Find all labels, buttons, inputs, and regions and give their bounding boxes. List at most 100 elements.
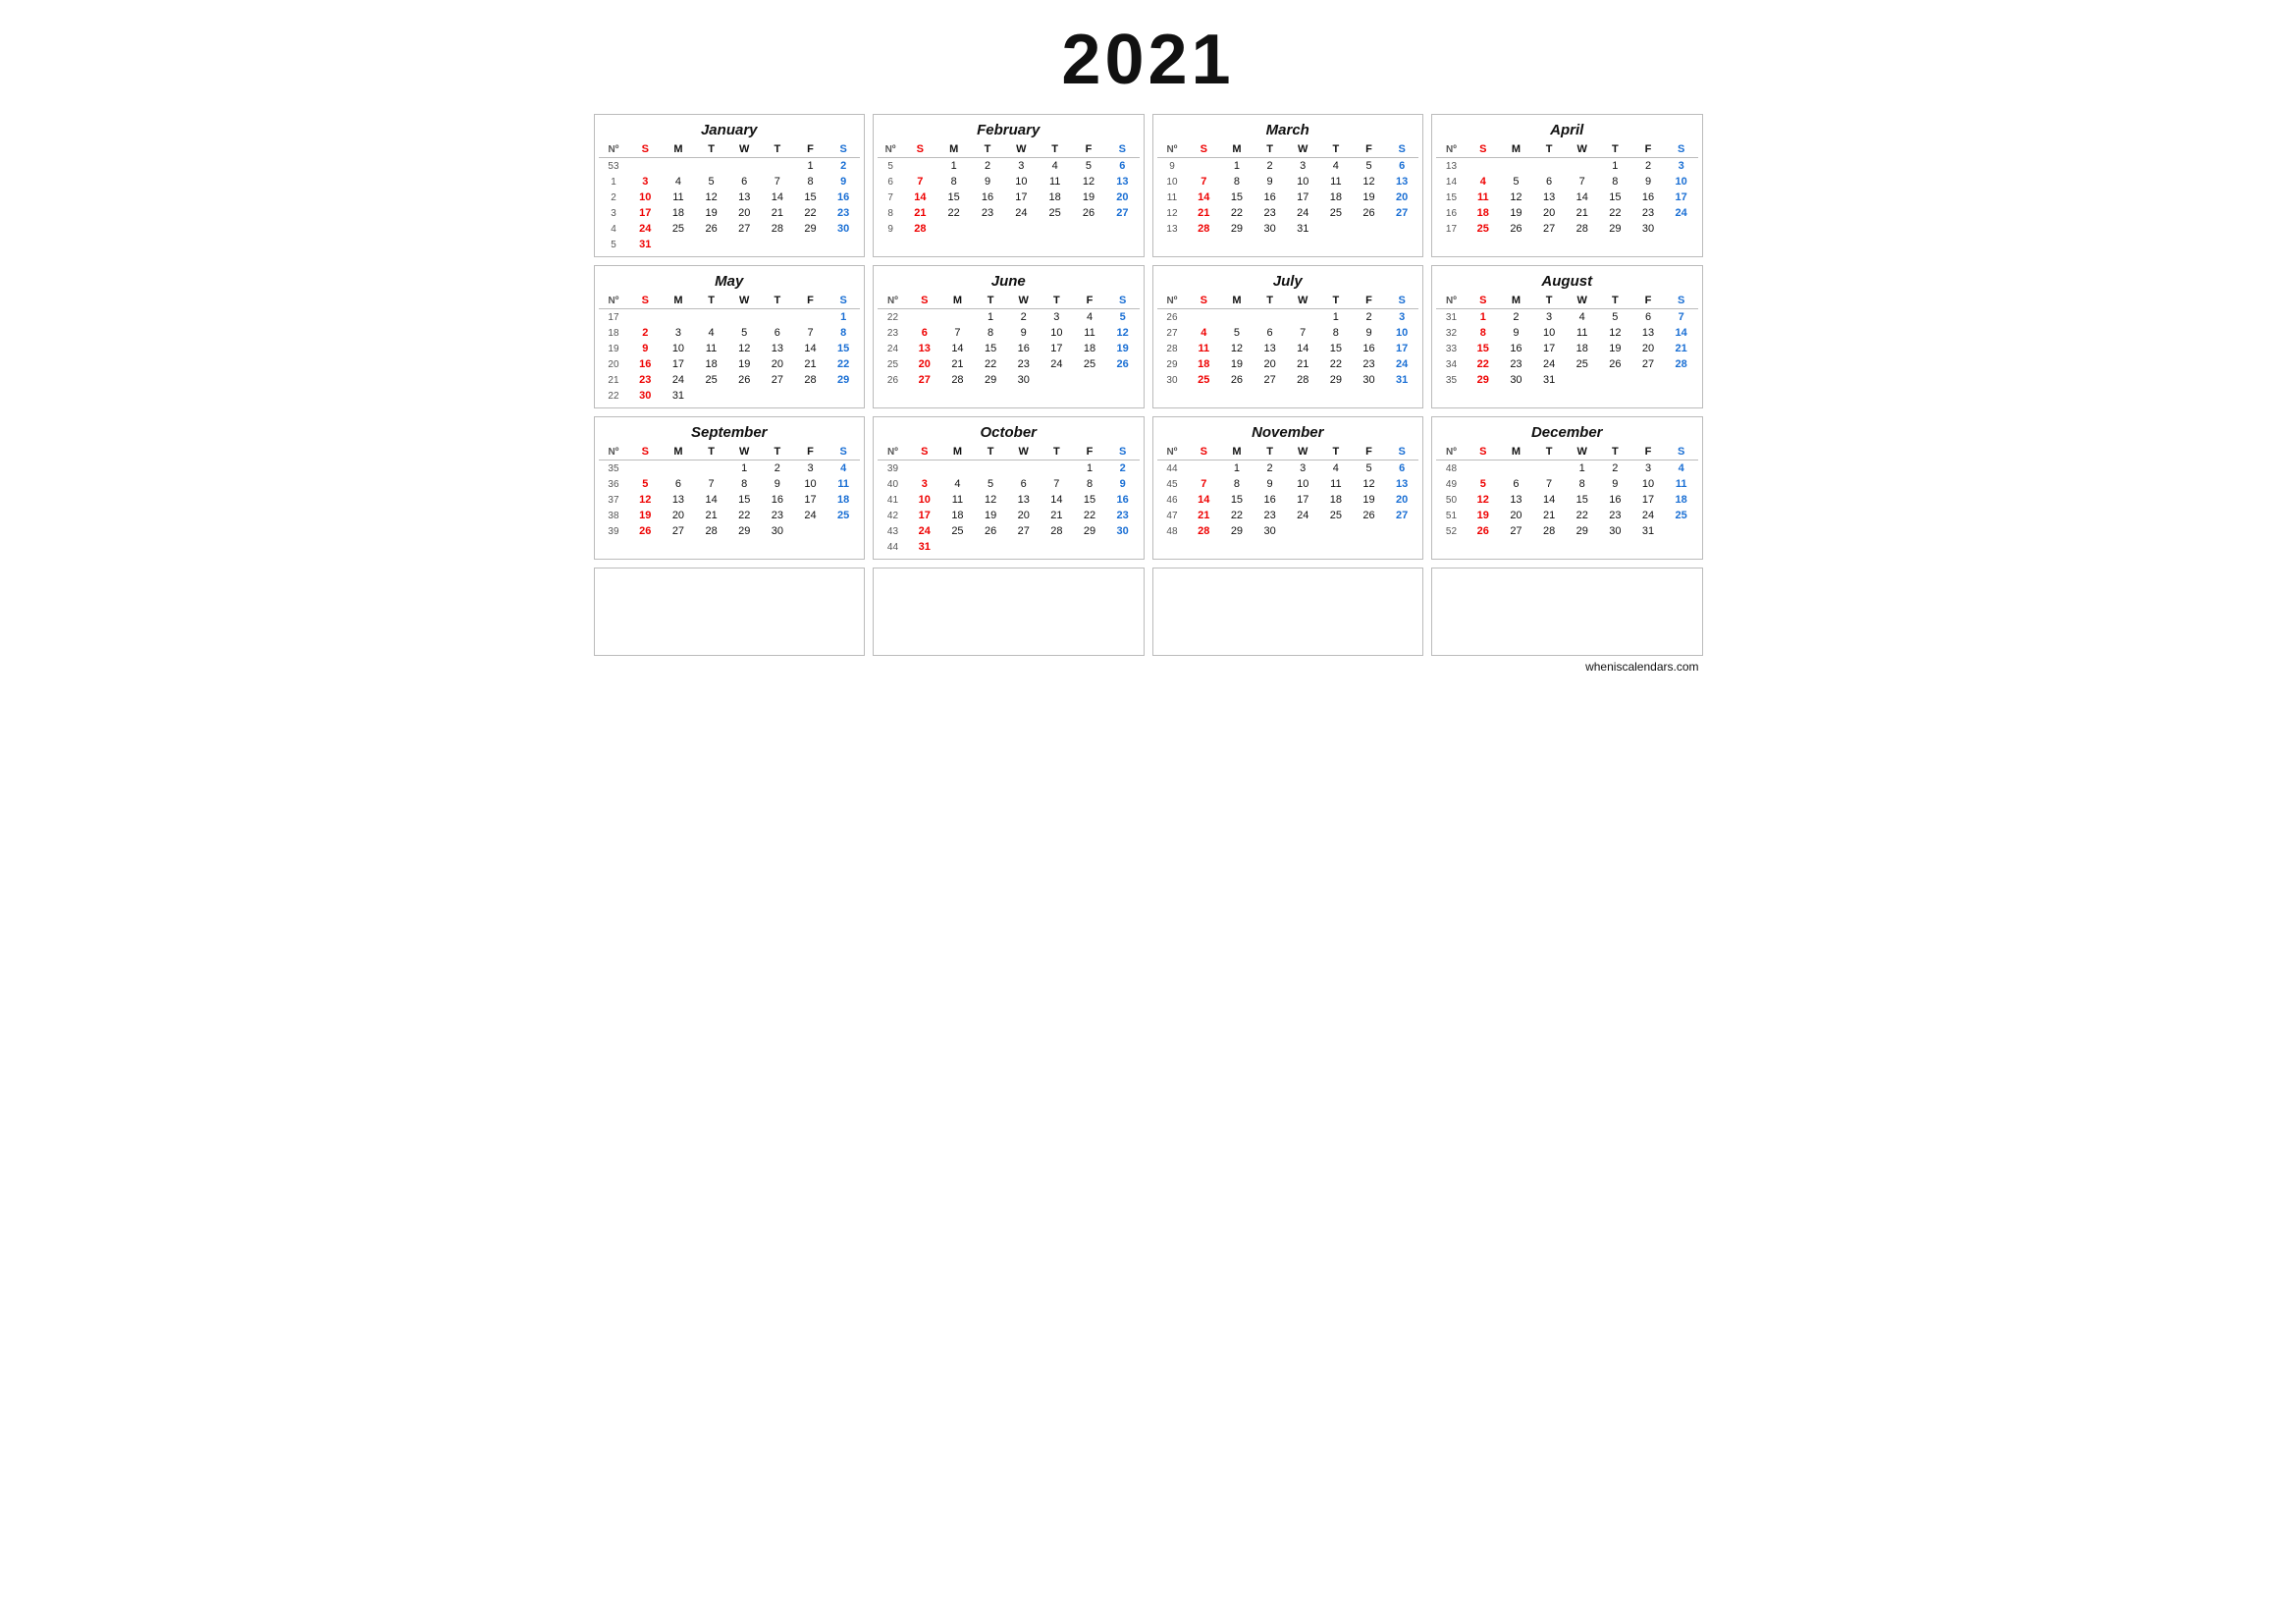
day-cell: 9 (1254, 476, 1287, 492)
week-row: 4324252627282930 (878, 523, 1140, 539)
day-cell: 17 (1041, 341, 1074, 356)
calendar-grid: JanuaryNºSMTWTFS531213456789210111213141… (594, 114, 1703, 560)
day-cell: 25 (941, 523, 975, 539)
week-row: 32891011121314 (1436, 325, 1698, 341)
day-cell: 9 (1599, 476, 1632, 492)
day-cell (1004, 221, 1038, 237)
day-cell: 10 (1385, 325, 1418, 341)
col-header-5: T (761, 444, 794, 460)
day-cell: 13 (727, 189, 761, 205)
day-cell: 15 (794, 189, 828, 205)
day-cell: 24 (1385, 356, 1418, 372)
day-cell (662, 309, 695, 326)
day-cell: 2 (1353, 309, 1386, 326)
day-cell: 5 (1353, 158, 1386, 175)
day-cell: 5 (1500, 174, 1533, 189)
day-cell: 30 (1007, 372, 1041, 388)
col-header-0: Nº (878, 141, 903, 158)
day-cell: 6 (1007, 476, 1041, 492)
day-cell: 25 (1566, 356, 1599, 372)
day-cell: 27 (662, 523, 695, 539)
day-cell (662, 460, 695, 477)
day-cell: 14 (1187, 492, 1220, 508)
month-block-april: AprilNºSMTWTFS13123144567891015111213141… (1431, 114, 1703, 257)
day-cell: 16 (761, 492, 794, 508)
week-number: 4 (599, 221, 629, 237)
day-cell: 6 (1105, 158, 1139, 175)
day-cell: 19 (695, 205, 728, 221)
day-cell: 25 (1073, 356, 1106, 372)
day-cell: 30 (827, 221, 860, 237)
week-number: 46 (1157, 492, 1188, 508)
day-cell: 22 (937, 205, 971, 221)
day-cell: 20 (1532, 205, 1566, 221)
day-cell: 4 (1566, 309, 1599, 326)
day-cell (937, 221, 971, 237)
day-cell: 21 (1187, 508, 1220, 523)
day-cell: 28 (1187, 221, 1220, 237)
col-header-0: Nº (878, 293, 908, 309)
day-cell: 10 (1004, 174, 1038, 189)
col-header-3: T (695, 141, 728, 158)
day-cell: 4 (1319, 460, 1353, 477)
week-number: 16 (1436, 205, 1467, 221)
day-cell (727, 388, 761, 404)
col-header-1: S (628, 293, 662, 309)
day-cell: 16 (1106, 492, 1140, 508)
month-title-february: February (878, 119, 1140, 141)
week-row: 236789101112 (878, 325, 1140, 341)
col-header-5: T (1599, 444, 1632, 460)
day-cell: 15 (1073, 492, 1106, 508)
week-number: 41 (878, 492, 908, 508)
col-header-2: M (1500, 444, 1533, 460)
day-cell: 5 (628, 476, 662, 492)
week-row: 2811121314151617 (1157, 341, 1419, 356)
week-row: 1114151617181920 (1157, 189, 1419, 205)
day-cell: 26 (1106, 356, 1140, 372)
day-cell: 8 (727, 476, 761, 492)
col-header-1: S (1187, 293, 1220, 309)
week-number: 27 (1157, 325, 1188, 341)
week-number: 35 (599, 460, 629, 477)
col-header-1: S (1187, 444, 1220, 460)
col-header-6: F (1631, 293, 1665, 309)
week-row: 1618192021222324 (1436, 205, 1698, 221)
week-row: 3315161718192021 (1436, 341, 1698, 356)
day-cell: 4 (662, 174, 695, 189)
day-cell: 18 (1319, 189, 1353, 205)
website-link[interactable]: wheniscalendars.com (1585, 660, 1698, 674)
day-cell: 11 (1319, 476, 1353, 492)
day-cell: 17 (1631, 492, 1665, 508)
day-cell (1041, 372, 1074, 388)
month-title-december: December (1436, 421, 1698, 444)
month-block-january: JanuaryNºSMTWTFS531213456789210111213141… (594, 114, 866, 257)
week-number: 37 (599, 492, 629, 508)
col-header-7: S (1385, 293, 1418, 309)
col-header-4: W (1286, 141, 1319, 158)
week-number: 26 (1157, 309, 1188, 326)
day-cell: 5 (1106, 309, 1140, 326)
day-cell: 27 (1385, 205, 1418, 221)
day-cell: 18 (662, 205, 695, 221)
day-cell: 24 (1665, 205, 1698, 221)
blank-block-2 (873, 568, 1145, 656)
day-cell: 11 (695, 341, 728, 356)
day-cell (628, 309, 662, 326)
week-number: 28 (1157, 341, 1188, 356)
col-header-5: T (761, 141, 794, 158)
footer-calendars: calendars.com (1622, 660, 1698, 674)
day-cell: 23 (1106, 508, 1140, 523)
month-block-july: JulyNºSMTWTFS261232745678910281112131415… (1152, 265, 1424, 408)
day-cell (941, 460, 975, 477)
day-cell: 14 (1286, 341, 1319, 356)
day-cell: 17 (662, 356, 695, 372)
week-number: 7 (878, 189, 903, 205)
col-header-1: S (1187, 141, 1220, 158)
day-cell: 18 (1319, 492, 1353, 508)
day-cell: 15 (1220, 189, 1254, 205)
day-cell (941, 539, 975, 555)
day-cell: 6 (1385, 460, 1418, 477)
day-cell: 11 (1039, 174, 1072, 189)
day-cell: 6 (1631, 309, 1665, 326)
col-header-4: W (1004, 141, 1038, 158)
